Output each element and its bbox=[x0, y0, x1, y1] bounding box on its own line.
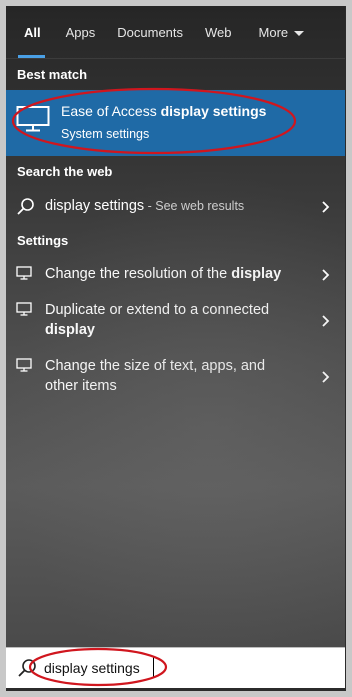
tab-more[interactable]: More bbox=[243, 6, 316, 58]
chevron-right-icon bbox=[322, 269, 330, 281]
web-result-item[interactable]: display settings - See web results bbox=[6, 189, 345, 223]
web-result-text: display settings - See web results bbox=[45, 196, 244, 216]
filter-tabs: All Apps Documents Web More bbox=[6, 6, 345, 58]
settings-heading: Settings bbox=[17, 233, 69, 248]
settings-item-resolution-bold: display bbox=[231, 266, 282, 282]
search-icon bbox=[17, 198, 34, 215]
chevron-right-icon bbox=[322, 315, 330, 327]
settings-item-text-size-text-a: Change the size of text, apps, and bbox=[45, 358, 266, 374]
settings-item-duplicate-text: Duplicate or extend to a connected displa… bbox=[45, 300, 269, 340]
chevron-right-icon bbox=[322, 201, 330, 213]
monitor-icon bbox=[16, 302, 32, 316]
best-match-subtitle: System settings bbox=[61, 127, 150, 141]
tab-all-label: All bbox=[24, 24, 41, 40]
tab-more-label: More bbox=[258, 24, 289, 40]
tab-apps-label: Apps bbox=[65, 24, 96, 40]
settings-item-text-size-text-b: other items bbox=[45, 378, 117, 394]
web-query: display settings bbox=[45, 198, 145, 214]
tab-web[interactable]: Web bbox=[194, 6, 243, 58]
tab-apps[interactable]: Apps bbox=[55, 6, 107, 58]
monitor-icon bbox=[16, 358, 32, 372]
settings-item-duplicate-bold: display bbox=[45, 322, 95, 338]
best-match-item[interactable]: Ease of Access display settings System s… bbox=[6, 90, 345, 156]
settings-item-resolution-text-a: Change the resolution of the bbox=[45, 266, 232, 282]
settings-item-text-size[interactable]: Change the size of text, apps, and other … bbox=[6, 350, 345, 400]
settings-item-resolution-text: Change the resolution of the display bbox=[45, 264, 281, 284]
chevron-right-icon bbox=[322, 371, 330, 383]
settings-item-duplicate[interactable]: Duplicate or extend to a connected displa… bbox=[6, 294, 345, 344]
settings-item-resolution[interactable]: Change the resolution of the display bbox=[6, 258, 345, 288]
best-match-heading: Best match bbox=[17, 67, 88, 82]
search-icon bbox=[18, 659, 36, 677]
chevron-down-icon bbox=[294, 30, 305, 36]
best-match-title-bold: display settings bbox=[160, 103, 267, 119]
tab-all[interactable]: All bbox=[6, 6, 55, 58]
search-input[interactable] bbox=[44, 660, 324, 676]
monitor-icon bbox=[16, 266, 32, 280]
settings-item-text-size-text: Change the size of text, apps, and other … bbox=[45, 356, 265, 396]
best-match-title-prefix: Ease of Access bbox=[61, 103, 161, 119]
tab-documents-label: Documents bbox=[117, 24, 184, 40]
search-box[interactable] bbox=[6, 647, 345, 688]
search-web-heading: Search the web bbox=[17, 164, 113, 179]
tabs-divider bbox=[6, 58, 345, 59]
settings-item-duplicate-text-a: Duplicate or extend to a connected bbox=[45, 302, 270, 318]
monitor-icon bbox=[16, 106, 50, 132]
tab-documents[interactable]: Documents bbox=[106, 6, 194, 58]
search-results-panel: All Apps Documents Web More Best match E… bbox=[6, 6, 345, 647]
text-cursor bbox=[153, 657, 154, 677]
best-match-title: Ease of Access display settings bbox=[61, 103, 266, 119]
web-suffix: - See web results bbox=[144, 199, 245, 213]
tab-web-label: Web bbox=[205, 24, 232, 40]
